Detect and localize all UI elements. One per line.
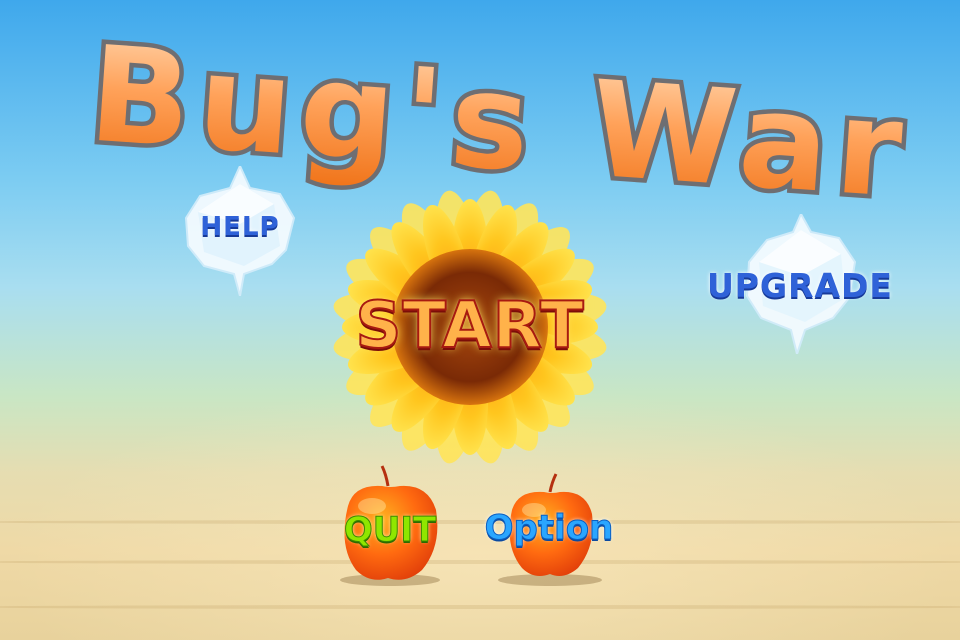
help-label: HELP (200, 212, 280, 242)
option-button[interactable]: Option (474, 470, 624, 590)
start-label: START (354, 288, 585, 364)
game-menu-scene: Bug's War HELP UPGRADE START QUIT Option (0, 0, 960, 640)
help-button[interactable]: HELP (182, 166, 298, 296)
upgrade-button[interactable]: UPGRADE (705, 214, 895, 354)
quit-button[interactable]: QUIT (330, 462, 450, 592)
upgrade-label: UPGRADE (707, 266, 893, 305)
option-label: Option (484, 508, 614, 549)
quit-label: QUIT (343, 510, 437, 551)
start-button[interactable]: START (325, 185, 615, 470)
ground-streak (0, 605, 960, 609)
